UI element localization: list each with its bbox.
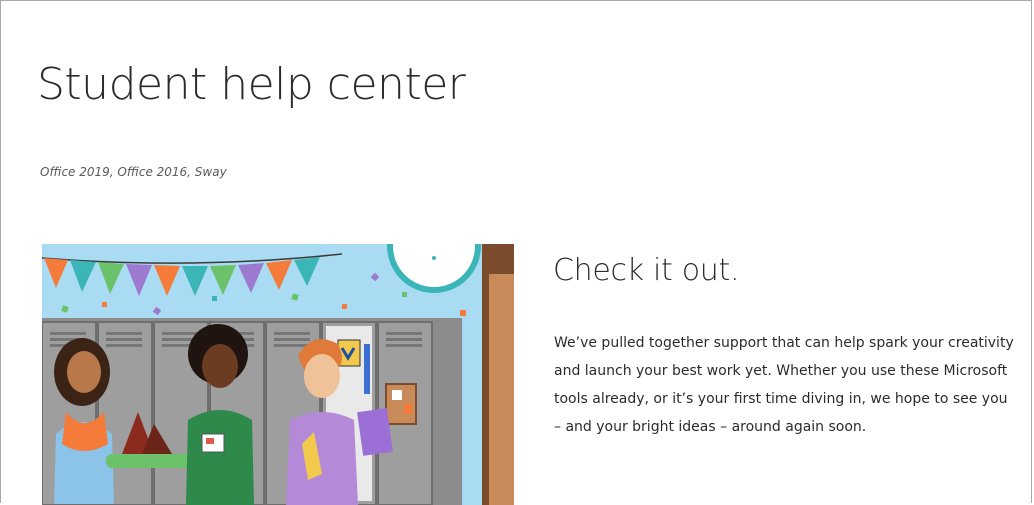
section-heading: Check it out. — [553, 253, 740, 288]
students-at-lockers-illustration-icon — [42, 244, 514, 505]
hero-illustration — [42, 244, 514, 505]
page-frame: Student help center Office 2019, Office … — [0, 0, 1032, 505]
applies-to-products: Office 2019, Office 2016, Sway — [40, 165, 227, 179]
section-description: We’ve pulled together support that can h… — [554, 335, 1014, 435]
page-title: Student help center — [37, 59, 466, 110]
